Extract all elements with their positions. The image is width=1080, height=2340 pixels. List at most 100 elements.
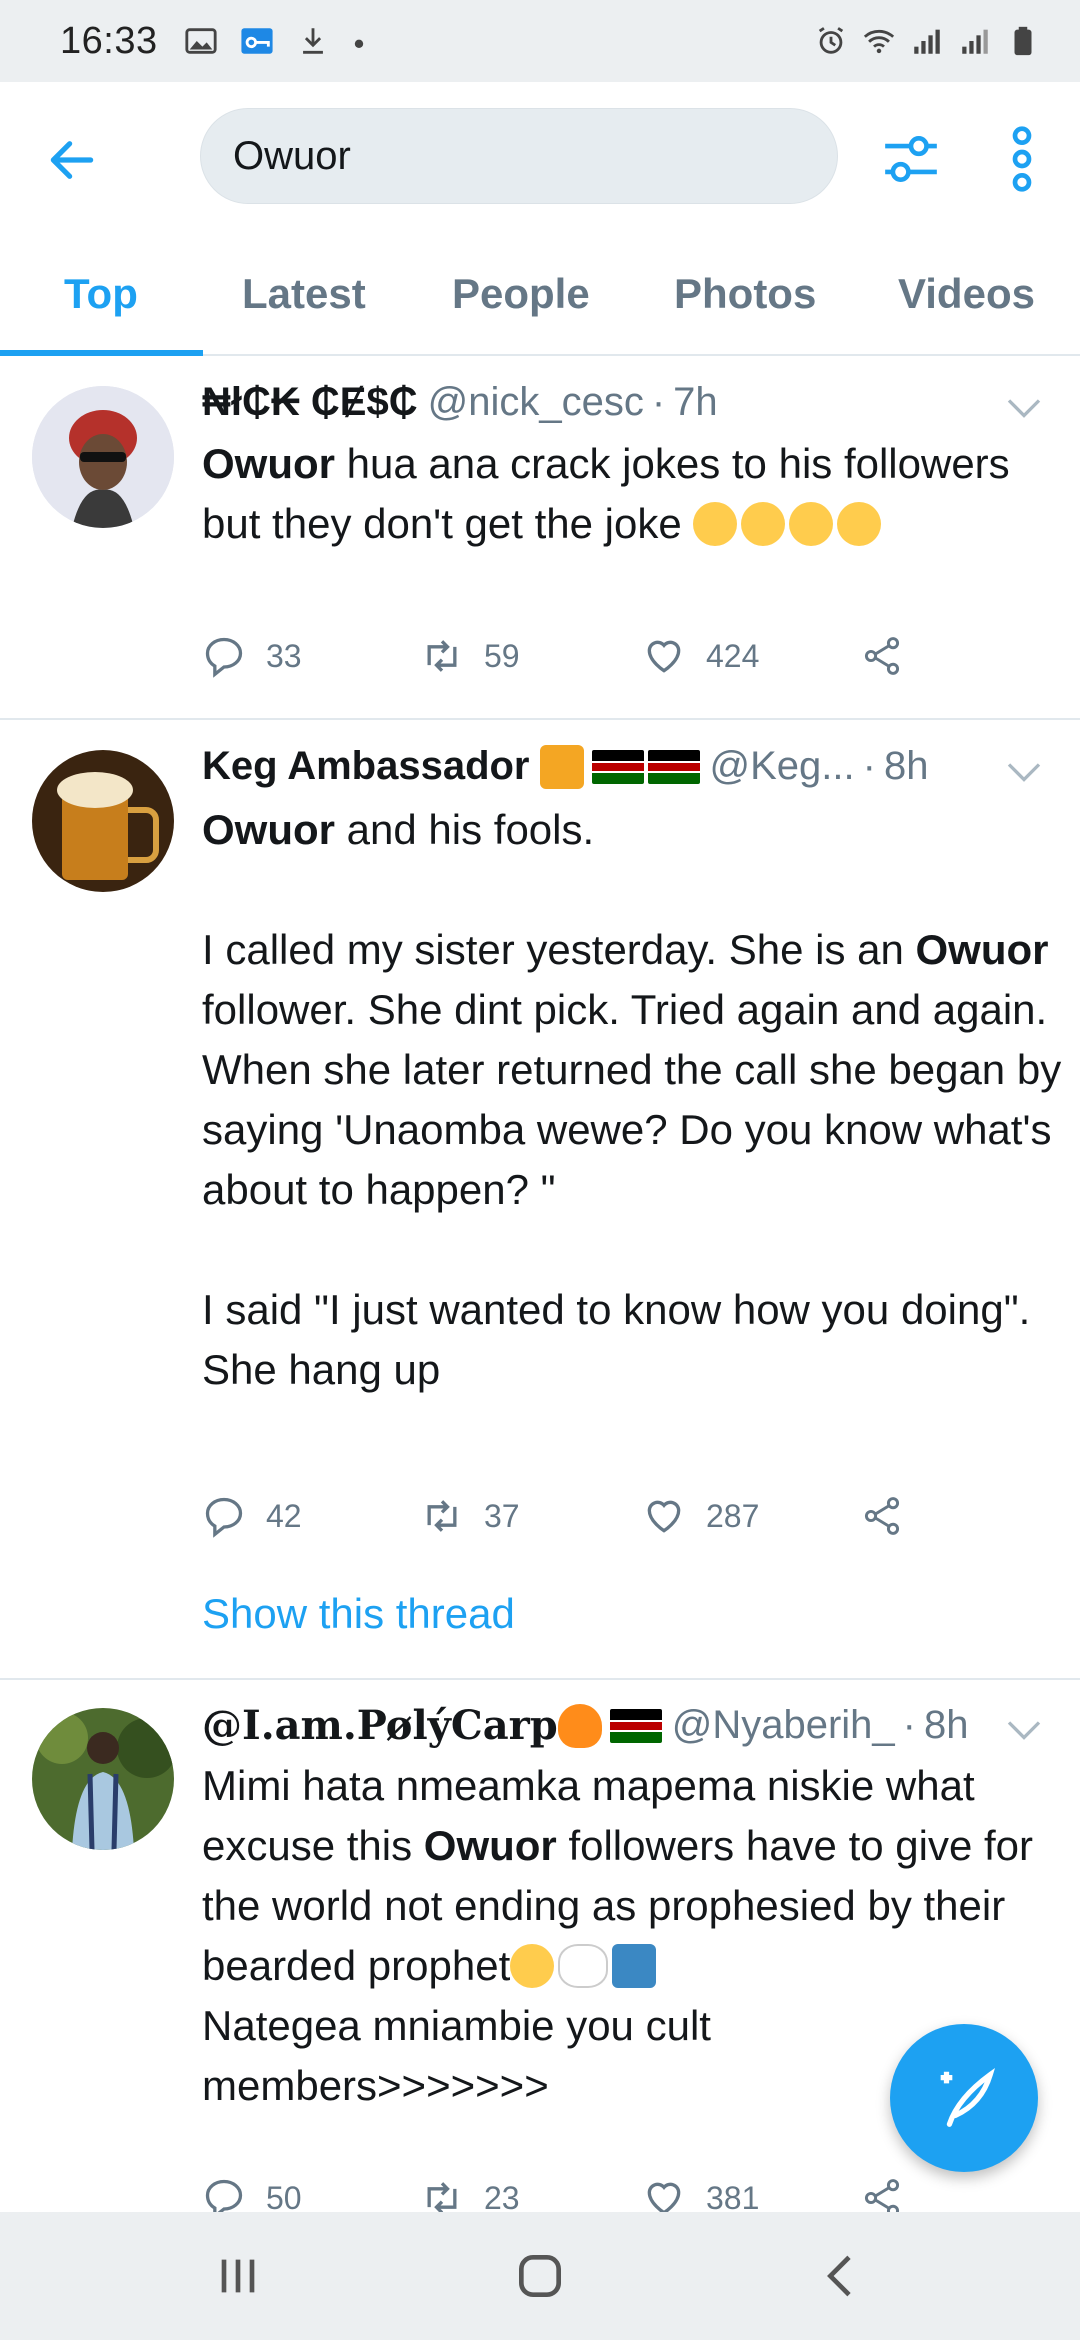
share-icon [864, 637, 900, 675]
tears-of-joy-emoji-icon [693, 502, 738, 546]
retweet-icon [427, 640, 457, 672]
like-button[interactable]: 381 [642, 2176, 759, 2216]
username[interactable]: @nick_cesc [428, 380, 644, 425]
system-navigation-bar [0, 2212, 1080, 2340]
kenya-flag-icon [647, 749, 700, 784]
reply-icon [205, 1497, 243, 1538]
search-query: Owuor [233, 133, 351, 178]
battery-icon [1014, 26, 1032, 56]
tweet-actions: 33 59 424 [202, 634, 922, 694]
beer-mug-emoji-icon [539, 744, 584, 789]
tears-of-joy-emoji-icon [837, 502, 882, 546]
reply-icon [205, 2179, 243, 2216]
chevron-down-icon[interactable] [1006, 1718, 1042, 1742]
tweet-age: 8h [924, 1703, 969, 1747]
user-photo [32, 1708, 174, 1850]
tears-of-joy-emoji-icon [741, 502, 786, 546]
tab-people[interactable]: People [452, 270, 590, 318]
search-input[interactable]: Owuor [200, 108, 838, 204]
tweet-actions: 50 23 381 [202, 2176, 922, 2216]
avatar[interactable] [32, 1708, 174, 1850]
home-icon[interactable] [512, 2248, 568, 2304]
like-button[interactable]: 424 [642, 634, 759, 678]
retweet-button[interactable]: 23 [420, 2176, 520, 2216]
kenya-flag-icon [591, 749, 644, 784]
share-icon [864, 2179, 900, 2216]
retweet-button[interactable]: 59 [420, 634, 520, 678]
reply-button[interactable]: 42 [202, 1494, 302, 1538]
share-icon [864, 1497, 900, 1535]
share-button[interactable] [860, 634, 924, 678]
eyes-emoji-icon [558, 1944, 609, 1988]
tab-videos[interactable]: Videos [898, 270, 1035, 318]
tears-of-joy-emoji-icon [510, 1944, 555, 1988]
heart-icon [647, 640, 681, 673]
reply-button[interactable]: 33 [202, 634, 302, 678]
status-time: 16:33 [60, 19, 158, 62]
back-arrow-icon[interactable] [44, 132, 100, 188]
signal-icon [962, 29, 988, 54]
reply-count: 50 [266, 2179, 302, 2216]
dot-icon [354, 39, 363, 48]
like-count: 424 [706, 637, 760, 674]
heart-icon [647, 1500, 681, 1533]
username[interactable]: @Keg... [710, 744, 855, 789]
search-tabs: Top Latest People Photos Videos [0, 232, 1080, 356]
retweet-button[interactable]: 37 [420, 1494, 520, 1538]
share-button[interactable] [860, 1494, 924, 1538]
user-photo [32, 386, 174, 528]
heart-icon [647, 2182, 681, 2215]
wifi-icon [863, 29, 895, 54]
tweet-text: Owuor and his fools. I called my sister … [202, 800, 1062, 1400]
display-name[interactable]: @I.am.PølýCarp [202, 1702, 558, 1749]
separator: · [902, 1703, 916, 1747]
back-nav-icon[interactable] [814, 2248, 870, 2304]
tweet-age: 7h [673, 380, 718, 424]
username[interactable]: @Nyaberih_ [672, 1703, 895, 1748]
like-button[interactable]: 287 [642, 1494, 759, 1538]
tweet-actions: 42 37 287 [202, 1494, 922, 1554]
tweet-age: 8h [883, 744, 929, 788]
chevron-down-icon[interactable] [1006, 396, 1042, 420]
tweet-header: @I.am.PølýCarp @Nyaberih_ · 8h [202, 1702, 969, 1749]
tweet[interactable]: Keg Ambassador @Keg... · 8h Owuor and hi… [0, 720, 1080, 1680]
tab-photos[interactable]: Photos [674, 270, 816, 318]
display-name[interactable]: ₦ł₵₭ ₵Ɇ$₵ [202, 380, 418, 425]
vpn-key-icon [241, 28, 273, 54]
like-count: 381 [706, 2179, 760, 2216]
highlight-term: Owuor [423, 1822, 557, 1869]
tab-top[interactable]: Top [64, 270, 138, 318]
fire-emoji-icon [557, 1703, 602, 1748]
compose-tweet-button[interactable] [890, 2024, 1038, 2172]
more-options-icon[interactable] [1000, 124, 1044, 194]
alarm-icon [818, 27, 844, 54]
active-tab-indicator [0, 350, 203, 356]
download-icon [302, 28, 323, 54]
chevron-down-icon[interactable] [1006, 760, 1042, 784]
separator: · [651, 380, 666, 424]
avatar[interactable] [32, 750, 174, 892]
signal-icon [914, 29, 940, 54]
reply-button[interactable]: 50 [202, 2176, 302, 2216]
reply-count: 42 [266, 1497, 302, 1534]
search-header: Owuor [0, 82, 1080, 232]
gallery-icon [185, 28, 217, 54]
display-name[interactable]: Keg Ambassador [202, 744, 530, 789]
retweet-count: 59 [484, 637, 520, 674]
tweet[interactable]: ₦ł₵₭ ₵Ɇ$₵ @nick_cesc · 7h Owuor hua ana … [0, 358, 1080, 720]
recent-apps-icon[interactable] [210, 2248, 266, 2304]
share-button[interactable] [860, 2176, 922, 2216]
separator: · [862, 744, 876, 788]
highlight-term: Owuor [202, 806, 335, 853]
filter-icon[interactable] [880, 128, 942, 190]
status-bar: 16:33 [0, 0, 1080, 82]
text-run: follower. She dint pick. Tried again and… [202, 986, 1062, 1393]
tweet-header: ₦ł₵₭ ₵Ɇ$₵ @nick_cesc · 7h [202, 380, 718, 425]
retweet-count: 23 [484, 2179, 520, 2216]
tears-of-joy-emoji-icon [789, 502, 834, 546]
highlight-term: Owuor [202, 440, 335, 487]
avatar[interactable] [32, 386, 174, 528]
kenya-flag-icon [609, 1708, 662, 1743]
show-thread-link[interactable]: Show this thread [202, 1590, 515, 1638]
tab-latest[interactable]: Latest [242, 270, 366, 318]
